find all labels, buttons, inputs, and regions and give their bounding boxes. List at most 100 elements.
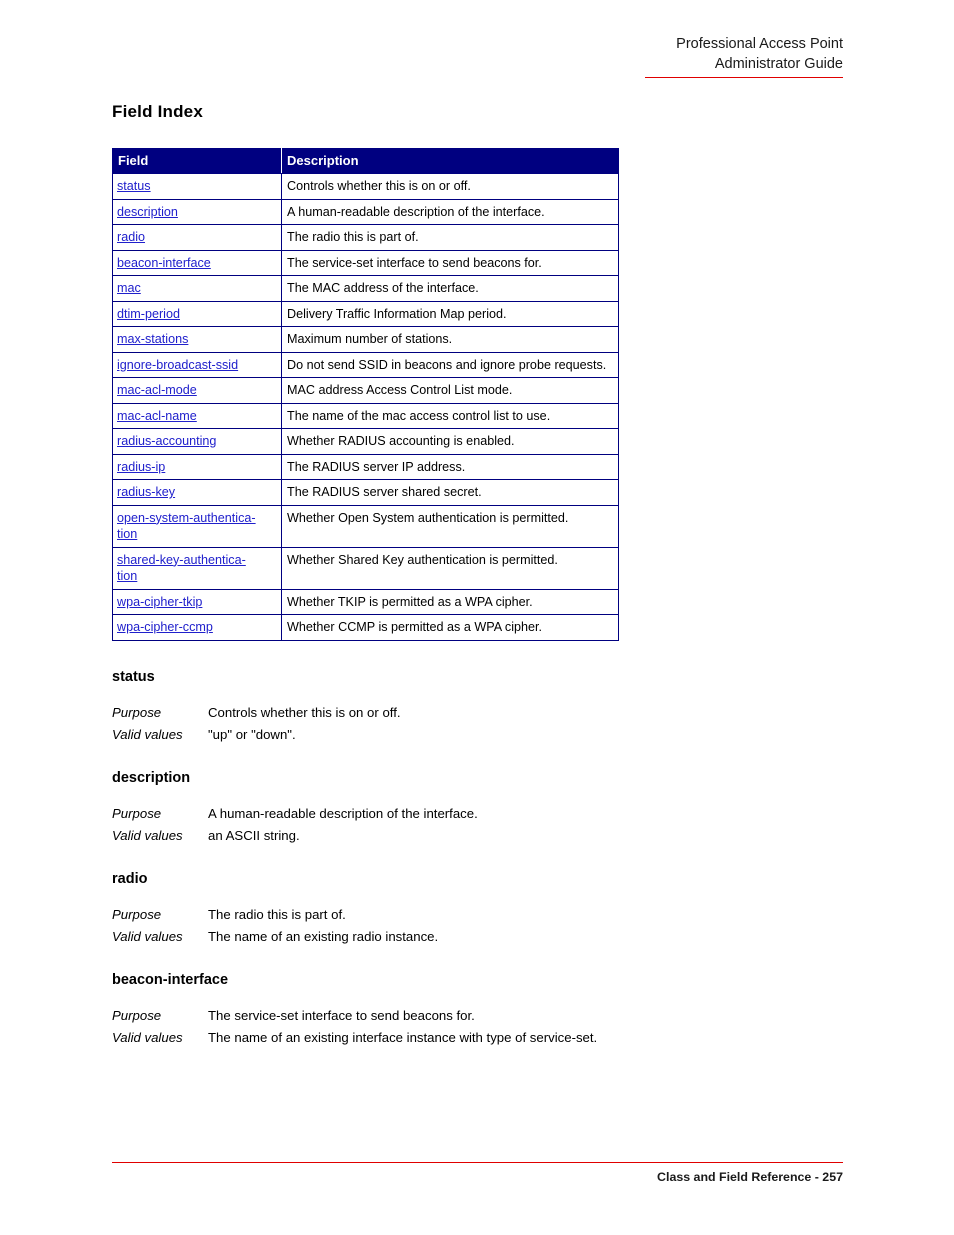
column-header-field: Field: [112, 148, 282, 174]
field-link-radio[interactable]: radio: [117, 230, 145, 244]
field-link-mac-acl-mode[interactable]: mac-acl-mode: [117, 383, 197, 397]
table-row: open-system-authentica-tion Whether Open …: [112, 504, 619, 548]
table-row: mac-acl-mode MAC address Access Control L…: [112, 377, 619, 404]
cell-field: wpa-cipher-tkip: [112, 588, 282, 615]
field-index-table-body: status Controls whether this is on or off…: [112, 173, 619, 641]
field-link-continuation[interactable]: tion: [117, 568, 275, 585]
table-row: description A human-readable description …: [112, 198, 619, 225]
cell-field: open-system-authentica-tion: [112, 504, 282, 548]
label-valid-values: Valid values: [112, 1029, 183, 1045]
field-detail-row-purpose: Purpose The service-set interface to send…: [112, 1005, 842, 1027]
table-row: wpa-cipher-tkip Whether TKIP is permitted…: [112, 588, 619, 615]
field-link-mac-acl-name[interactable]: mac-acl-name: [117, 409, 197, 423]
field-detail-rows: Purpose The radio this is part of. Valid v…: [112, 904, 842, 948]
field-link-shared-key-authentica-[interactable]: shared-key-authentica-: [117, 553, 246, 567]
label-valid-values: Valid values: [112, 827, 183, 843]
cell-field: status: [112, 173, 282, 200]
header-divider-rule: [645, 77, 843, 78]
cell-description: The name of the mac access control list …: [281, 402, 619, 429]
label-purpose: Purpose: [112, 704, 162, 720]
field-detail-sections: status Purpose Controls whether this is on…: [112, 669, 842, 1049]
cell-description: MAC address Access Control List mode.: [281, 377, 619, 404]
table-row: status Controls whether this is on or off…: [112, 173, 619, 200]
cell-field: max-stations: [112, 326, 282, 353]
cell-description: Whether Open System authentication is pe…: [281, 504, 619, 548]
value-purpose: The service-set interface to send beacon…: [208, 1007, 475, 1023]
cell-description: Whether CCMP is permitted as a WPA ciphe…: [281, 614, 619, 641]
cell-field: ignore-broadcast-ssid: [112, 351, 282, 378]
cell-description: Do not send SSID in beacons and ignore p…: [281, 351, 619, 378]
cell-field: radio: [112, 224, 282, 251]
cell-field: dtim-period: [112, 300, 282, 327]
label-purpose: Purpose: [112, 805, 162, 821]
field-link-beacon-interface[interactable]: beacon-interface: [117, 256, 211, 270]
field-detail-beacon-interface: beacon-interface Purpose The service-set i…: [112, 972, 842, 1049]
field-link-open-system-authentica-[interactable]: open-system-authentica-: [117, 511, 256, 525]
page-title: Field Index: [112, 102, 203, 121]
table-header-row: Field Description: [112, 148, 619, 174]
cell-description: The MAC address of the interface.: [281, 275, 619, 302]
table-row: shared-key-authentica-tion Whether Shared…: [112, 546, 619, 590]
cell-description: The radio this is part of.: [281, 224, 619, 251]
cell-description: Controls whether this is on or off.: [281, 173, 619, 200]
table-row: beacon-interface The service-set interfac…: [112, 249, 619, 276]
field-detail-row-valid-values: Valid values an ASCII string.: [112, 825, 842, 847]
cell-field: mac: [112, 275, 282, 302]
field-link-status[interactable]: status: [117, 179, 151, 193]
field-detail-rows: Purpose Controls whether this is on or of…: [112, 702, 842, 746]
field-link-mac[interactable]: mac: [117, 281, 141, 295]
field-detail-status: status Purpose Controls whether this is on…: [112, 669, 842, 746]
field-link-radius-key[interactable]: radius-key: [117, 485, 175, 499]
field-detail-row-valid-values: Valid values The name of an existing inte…: [112, 1027, 842, 1049]
value-valid-values: The name of an existing radio instance.: [208, 928, 439, 944]
cell-description: Maximum number of stations.: [281, 326, 619, 353]
field-detail-heading: description: [112, 769, 191, 786]
field-link-max-stations[interactable]: max-stations: [117, 332, 188, 346]
field-detail-radio: radio Purpose The radio this is part of. Va…: [112, 871, 842, 948]
field-link-continuation[interactable]: tion: [117, 526, 275, 543]
cell-field: radius-ip: [112, 453, 282, 480]
value-valid-values: "up" or "down".: [208, 726, 296, 742]
field-detail-row-valid-values: Valid values The name of an existing radi…: [112, 926, 842, 948]
field-detail-rows: Purpose The service-set interface to send…: [112, 1005, 842, 1049]
field-link-radius-accounting[interactable]: radius-accounting: [117, 434, 216, 448]
value-valid-values: an ASCII string.: [208, 827, 300, 843]
cell-field: mac-acl-name: [112, 402, 282, 429]
cell-description: The RADIUS server IP address.: [281, 453, 619, 480]
field-detail-row-purpose: Purpose A human-readable description of t…: [112, 803, 842, 825]
cell-description: Delivery Traffic Information Map period.: [281, 300, 619, 327]
cell-field: radius-accounting: [112, 428, 282, 455]
table-row: mac The MAC address of the interface.: [112, 275, 619, 302]
field-detail-description: description Purpose A human-readable descr…: [112, 770, 842, 847]
field-index-table: Field Description status Controls whether…: [112, 148, 619, 641]
cell-description: Whether Shared Key authentication is per…: [281, 546, 619, 590]
table-row: mac-acl-name The name of the mac access c…: [112, 402, 619, 429]
field-link-dtim-period[interactable]: dtim-period: [117, 307, 180, 321]
cell-description: The service-set interface to send beacon…: [281, 249, 619, 276]
field-link-wpa-cipher-tkip[interactable]: wpa-cipher-tkip: [117, 595, 202, 609]
value-purpose: Controls whether this is on or off.: [208, 704, 401, 720]
cell-field: wpa-cipher-ccmp: [112, 614, 282, 641]
value-purpose: A human-readable description of the inte…: [208, 805, 478, 821]
cell-description: A human-readable description of the inte…: [281, 198, 619, 225]
label-purpose: Purpose: [112, 1007, 162, 1023]
field-link-ignore-broadcast-ssid[interactable]: ignore-broadcast-ssid: [117, 358, 238, 372]
page-running-footer: Class and Field Reference - 257: [112, 1162, 843, 1184]
field-detail-rows: Purpose A human-readable description of t…: [112, 803, 842, 847]
field-link-description[interactable]: description: [117, 205, 178, 219]
field-link-radius-ip[interactable]: radius-ip: [117, 460, 165, 474]
footer-divider-rule: [112, 1162, 843, 1163]
page-content: Field Index Field Description status Cont…: [112, 102, 842, 1049]
field-detail-heading: beacon-interface: [112, 971, 229, 988]
cell-field: description: [112, 198, 282, 225]
table-row: radio The radio this is part of.: [112, 224, 619, 251]
field-link-wpa-cipher-ccmp[interactable]: wpa-cipher-ccmp: [117, 620, 213, 634]
column-header-description: Description: [281, 148, 619, 174]
table-row: dtim-period Delivery Traffic Information …: [112, 300, 619, 327]
table-row: radius-accounting Whether RADIUS accounti…: [112, 428, 619, 455]
cell-field: mac-acl-mode: [112, 377, 282, 404]
cell-description: Whether TKIP is permitted as a WPA ciphe…: [281, 588, 619, 615]
field-detail-row-purpose: Purpose Controls whether this is on or of…: [112, 702, 842, 724]
table-row: ignore-broadcast-ssid Do not send SSID in…: [112, 351, 619, 378]
cell-description: The RADIUS server shared secret.: [281, 479, 619, 506]
